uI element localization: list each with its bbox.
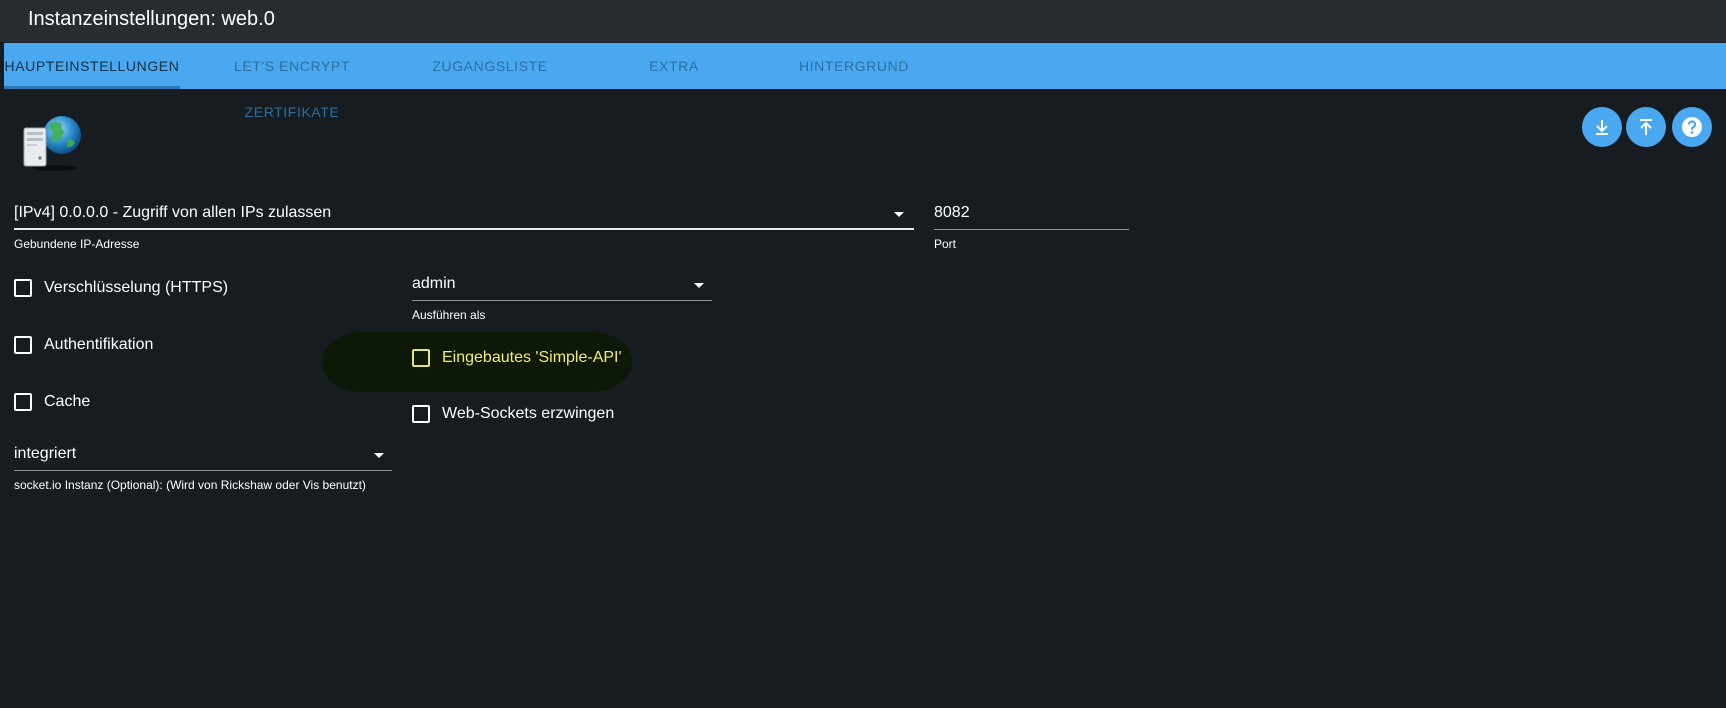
window-title: Instanzeinstellungen: web.0 — [28, 8, 275, 30]
download-icon — [1596, 120, 1608, 135]
checkbox-box — [14, 393, 32, 411]
run-as-value: admin — [412, 275, 456, 292]
tab-haupteinstellungen[interactable]: HAUPTEINSTELLUNGEN — [4, 43, 180, 89]
cache-checkbox[interactable]: Cache — [14, 393, 90, 411]
run-as-underline — [412, 300, 712, 301]
port-value: 8082 — [934, 204, 970, 221]
port-field[interactable]: 8082 Port — [934, 204, 1129, 254]
tab-label: HINTERGRUND — [798, 58, 910, 74]
bind-ip-value: [IPv4] 0.0.0.0 - Zugriff von allen IPs z… — [14, 204, 332, 221]
upload-button[interactable] — [1626, 107, 1666, 147]
tab-zugangsliste[interactable]: ZUGANGSLISTE — [406, 43, 574, 89]
force-websockets-checkbox[interactable]: Web-Sockets erzwingen — [412, 405, 614, 423]
bind-ip-hint: Gebundene IP-Adresse — [14, 237, 140, 251]
auth-label: Authentifikation — [44, 336, 154, 353]
port-hint: Port — [934, 237, 957, 251]
https-label: Verschlüsselung (HTTPS) — [44, 279, 229, 296]
cache-label: Cache — [44, 393, 91, 410]
socketio-select[interactable]: integriert socket.io Instanz (Optional):… — [14, 445, 392, 495]
chevron-down-icon — [894, 212, 904, 217]
adapter-logo-icon — [23, 116, 81, 171]
checkbox-box — [14, 279, 32, 297]
help-button[interactable] — [1672, 107, 1712, 147]
chevron-down-icon — [694, 283, 704, 288]
tab-lets-encrypt[interactable]: LET'S ENCRYPT ZERTIFIKATE — [192, 43, 392, 120]
tab-bar: HAUPTEINSTELLUNGEN LET'S ENCRYPT ZERTIFI… — [4, 43, 1726, 120]
simple-api-label: Eingebautes 'Simple-API' — [442, 349, 622, 366]
auth-checkbox[interactable]: Authentifikation — [14, 336, 153, 354]
https-checkbox[interactable]: Verschlüsselung (HTTPS) — [14, 279, 228, 297]
tab-label: EXTRA — [649, 58, 699, 74]
main-content: [IPv4] 0.0.0.0 - Zugriff von allen IPs z… — [0, 89, 1726, 708]
run-as-hint: Ausführen als — [412, 308, 486, 322]
bind-ip-underline — [14, 228, 914, 230]
upload-icon — [1640, 119, 1652, 135]
tab-hintergrund[interactable]: HINTERGRUND — [770, 43, 938, 89]
run-as-select[interactable]: admin Ausführen als — [412, 275, 712, 325]
socketio-underline — [14, 470, 392, 471]
checkbox-box — [412, 405, 430, 423]
checkbox-box — [14, 336, 32, 354]
title-bar: Instanzeinstellungen: web.0 — [0, 0, 1726, 42]
socketio-value: integriert — [14, 445, 77, 462]
port-underline — [934, 229, 1129, 230]
download-button[interactable] — [1582, 107, 1622, 147]
force-websockets-label: Web-Sockets erzwingen — [442, 405, 615, 422]
help-icon — [1682, 117, 1702, 137]
chevron-down-icon — [374, 453, 384, 458]
simple-api-checkbox[interactable]: Eingebautes 'Simple-API' — [412, 349, 622, 367]
socketio-hint: socket.io Instanz (Optional): (Wird von … — [14, 478, 366, 492]
checkbox-box — [412, 349, 430, 367]
tab-label: ZUGANGSLISTE — [432, 58, 548, 74]
bind-ip-select[interactable]: [IPv4] 0.0.0.0 - Zugriff von allen IPs z… — [14, 204, 914, 254]
tab-label: HAUPTEINSTELLUNGEN — [4, 58, 180, 74]
tab-extra[interactable]: EXTRA — [594, 43, 754, 89]
